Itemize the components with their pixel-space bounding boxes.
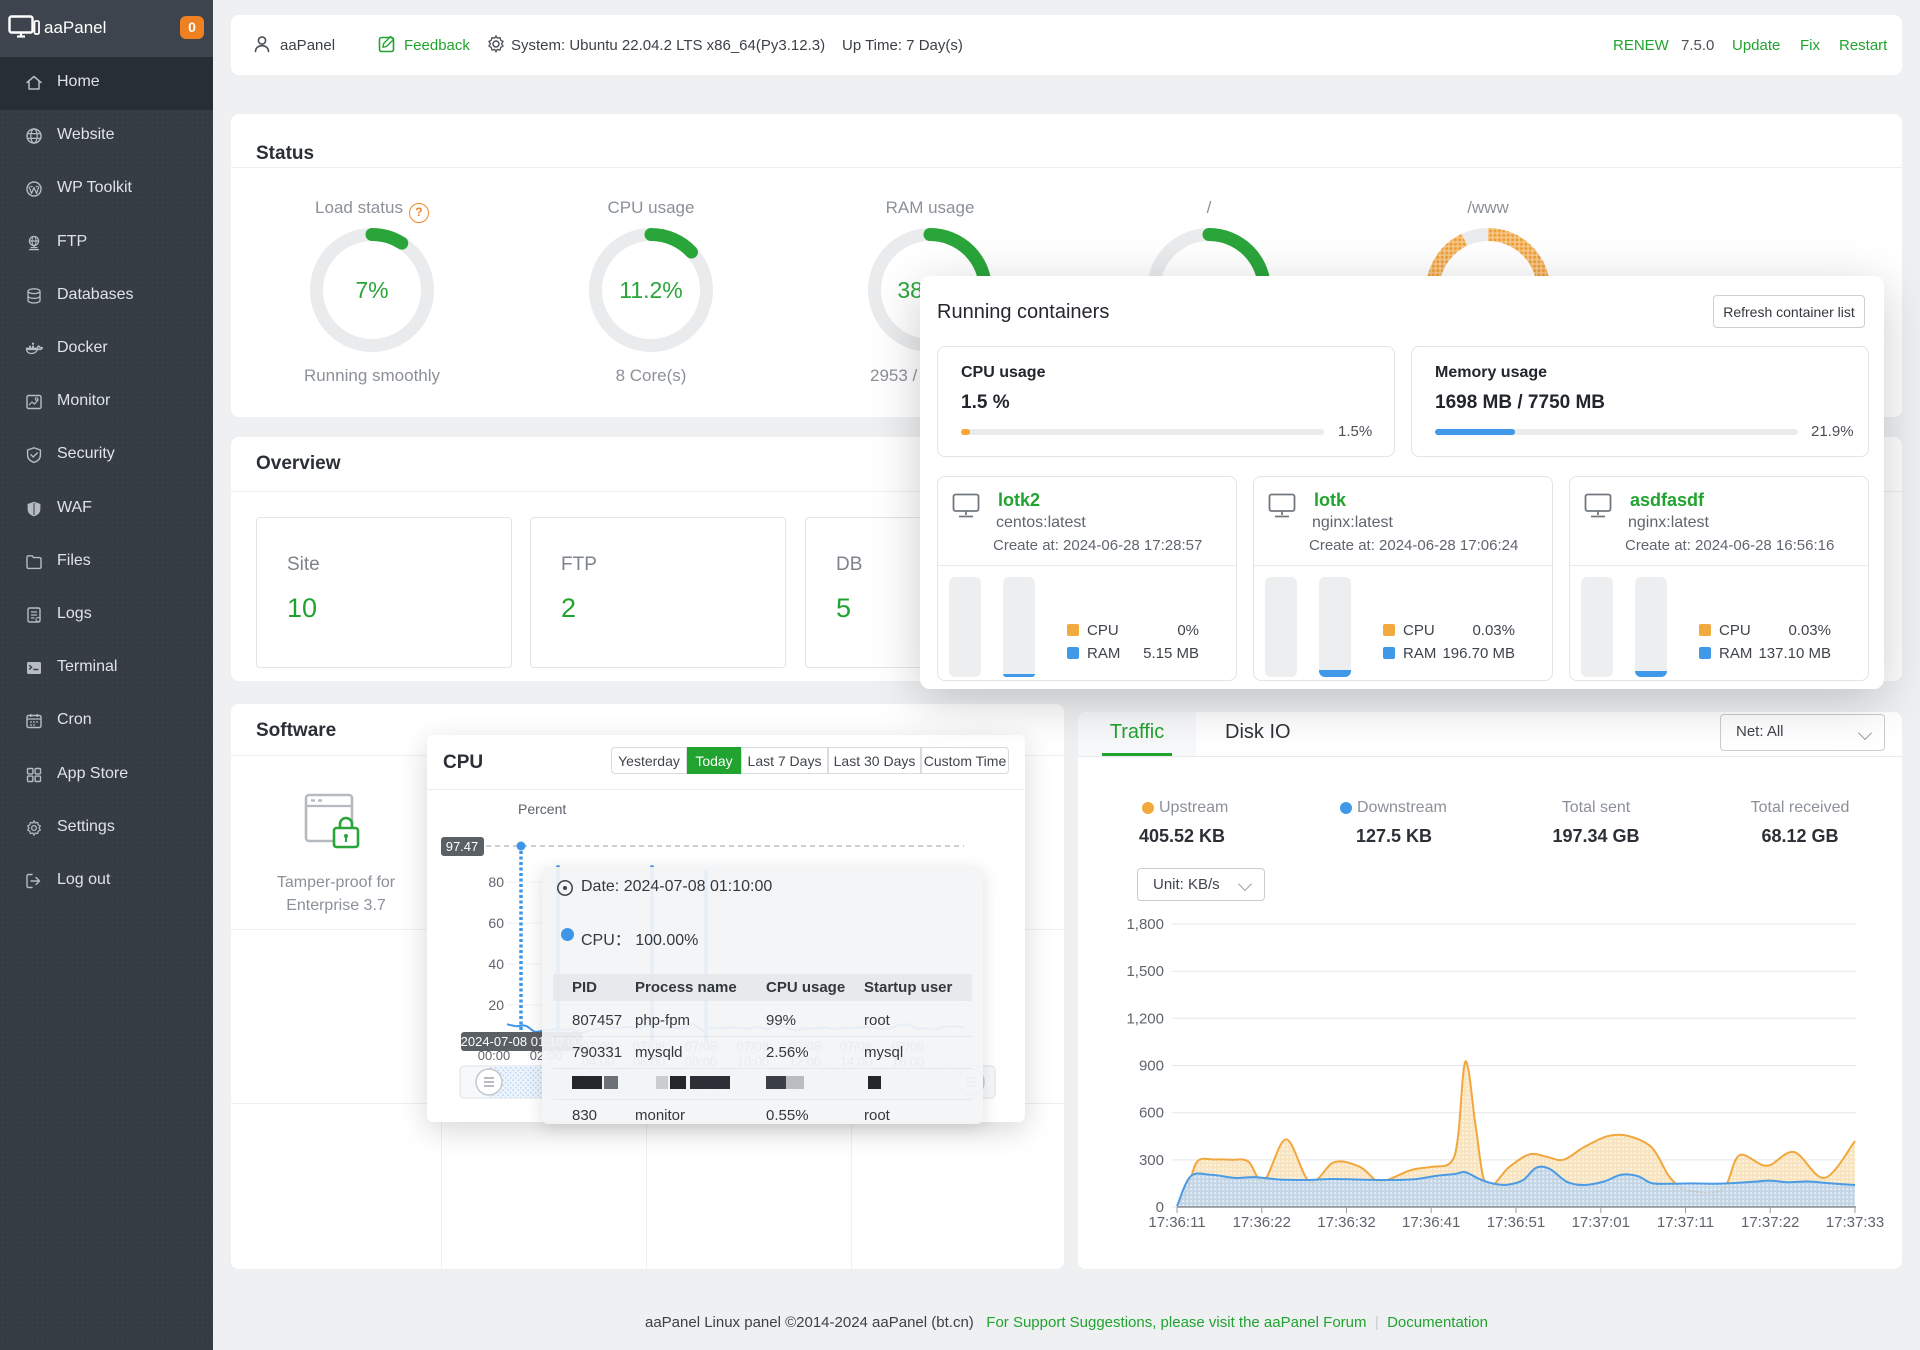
svg-text:17:37:11: 17:37:11 bbox=[1657, 1214, 1714, 1231]
svg-text:17:36:32: 17:36:32 bbox=[1317, 1214, 1375, 1231]
svg-text:600: 600 bbox=[1139, 1105, 1164, 1122]
svg-text:1,500: 1,500 bbox=[1126, 963, 1164, 980]
svg-text:17:37:33: 17:37:33 bbox=[1826, 1214, 1884, 1231]
svg-text:97.47: 97.47 bbox=[446, 839, 479, 854]
svg-text:1,200: 1,200 bbox=[1126, 1010, 1164, 1027]
svg-text:80: 80 bbox=[488, 874, 504, 890]
svg-text:300: 300 bbox=[1139, 1152, 1164, 1169]
svg-text:40: 40 bbox=[488, 956, 504, 972]
svg-text:900: 900 bbox=[1139, 1058, 1164, 1075]
svg-text:17:36:51: 17:36:51 bbox=[1487, 1214, 1545, 1231]
svg-text:1,800: 1,800 bbox=[1126, 916, 1164, 933]
svg-text:17:37:22: 17:37:22 bbox=[1741, 1214, 1799, 1231]
svg-text:17:37:01: 17:37:01 bbox=[1572, 1214, 1630, 1231]
svg-text:17:36:22: 17:36:22 bbox=[1233, 1214, 1291, 1231]
svg-text:20: 20 bbox=[488, 997, 504, 1013]
svg-text:17:36:41: 17:36:41 bbox=[1402, 1214, 1460, 1231]
svg-text:17:36:11: 17:36:11 bbox=[1148, 1214, 1205, 1231]
svg-text:60: 60 bbox=[488, 915, 504, 931]
